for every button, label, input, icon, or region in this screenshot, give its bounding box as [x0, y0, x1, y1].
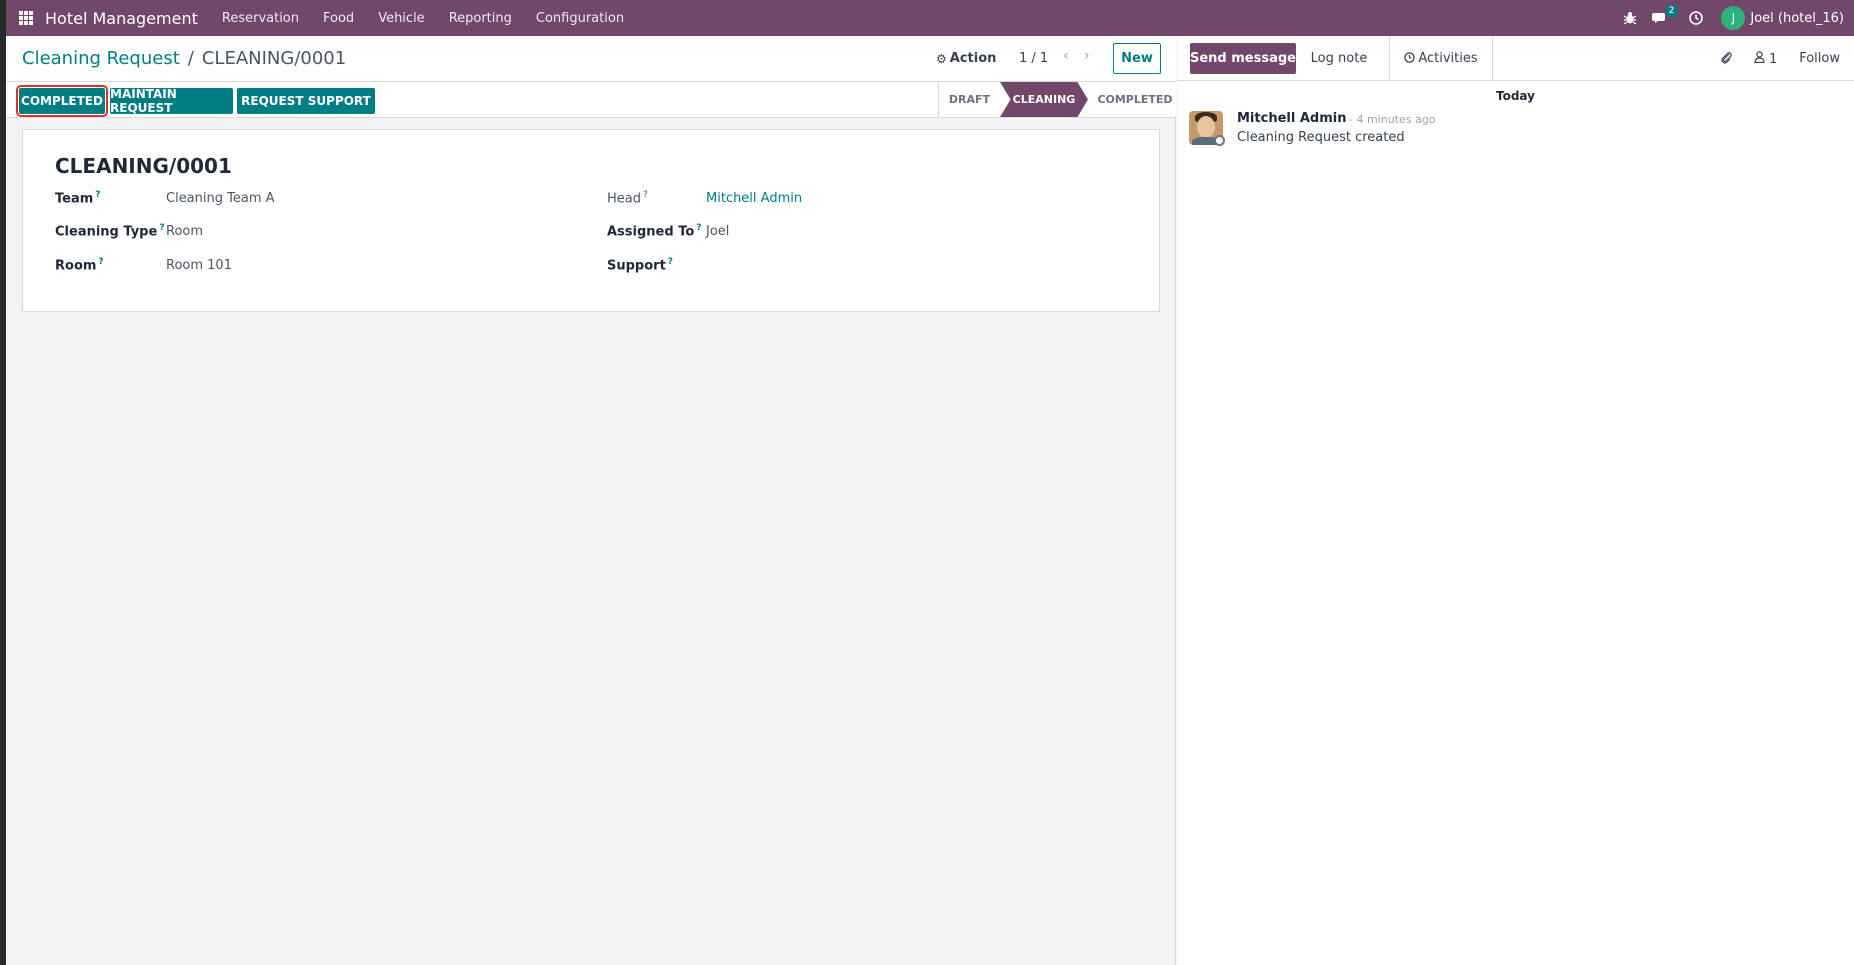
menu-vehicle[interactable]: Vehicle: [378, 11, 425, 26]
person-icon: [1754, 50, 1765, 63]
pager-previous-icon[interactable]: ‹: [1063, 48, 1069, 64]
message-author[interactable]: Mitchell Admin: [1237, 111, 1346, 126]
help-tooltip-icon[interactable]: ?: [159, 223, 164, 233]
menu-reservation[interactable]: Reservation: [222, 11, 299, 26]
menu-configuration[interactable]: Configuration: [536, 11, 624, 26]
chatter-panel: Send message Log note Activities 1 Follo…: [1177, 36, 1854, 965]
stage-completed[interactable]: COMPLETED: [1088, 82, 1176, 117]
menu-reporting[interactable]: Reporting: [449, 11, 512, 26]
messages-chat-icon[interactable]: 2: [1645, 0, 1678, 36]
top-navbar: Hotel Management Reservation Food Vehicl…: [6, 0, 1854, 36]
cleaning-type-label: Cleaning Type?: [55, 223, 165, 240]
head-label: Head?: [607, 190, 648, 207]
maintain-request-button[interactable]: MAINTAIN REQUEST: [110, 87, 233, 115]
completed-button[interactable]: COMPLETED: [16, 85, 108, 117]
user-avatar: J: [1721, 6, 1746, 30]
stage-cleaning[interactable]: CLEANING: [1000, 82, 1088, 117]
form-sheet: CLEANING/0001 Team? Cleaning Team A Clea…: [22, 129, 1160, 312]
assigned-to-field[interactable]: Joel: [706, 224, 729, 239]
messages-count-badge: 2: [1665, 5, 1678, 17]
action-label: Action: [949, 51, 997, 66]
message-body: Cleaning Request created: [1237, 130, 1405, 145]
request-support-button[interactable]: REQUEST SUPPORT: [237, 88, 375, 114]
help-tooltip-icon[interactable]: ?: [643, 190, 648, 200]
breadcrumb-current: CLEANING/0001: [201, 48, 347, 69]
apps-grid-icon[interactable]: [19, 11, 33, 25]
activities-button[interactable]: Activities: [1389, 36, 1493, 81]
debug-bug-icon[interactable]: [1615, 0, 1645, 36]
assigned-to-label: Assigned To?: [607, 223, 702, 240]
log-note-button[interactable]: Log note: [1302, 43, 1376, 74]
action-menu-button[interactable]: ⚙ Action: [936, 51, 996, 66]
cleaning-type-field[interactable]: Room: [166, 224, 203, 239]
breadcrumb-separator: /: [187, 48, 194, 69]
breadcrumb-parent-link[interactable]: Cleaning Request: [22, 48, 180, 69]
activity-clock-icon[interactable]: [1681, 0, 1711, 36]
help-tooltip-icon[interactable]: ?: [696, 223, 701, 233]
chatter-topbar: Send message Log note Activities 1 Follo…: [1177, 36, 1854, 81]
team-label: Team?: [55, 190, 101, 207]
help-tooltip-icon[interactable]: ?: [98, 257, 103, 267]
app-title[interactable]: Hotel Management: [45, 9, 198, 28]
control-panel: Cleaning Request / CLEANING/0001 ⚙ Actio…: [6, 36, 1176, 82]
followers-button[interactable]: 1: [1754, 50, 1778, 67]
app-window: Hotel Management Reservation Food Vehicl…: [6, 0, 1854, 965]
navbar-systray: 2 J Joel (hotel_16): [1615, 0, 1854, 36]
stage-draft[interactable]: DRAFT: [938, 82, 1000, 117]
user-menu[interactable]: J Joel (hotel_16): [1721, 6, 1844, 30]
team-field[interactable]: Cleaning Team A: [166, 191, 275, 206]
stage-pipeline: DRAFT CLEANING COMPLETED: [938, 82, 1176, 117]
activities-label: Activities: [1418, 51, 1478, 66]
gear-icon: ⚙: [936, 51, 947, 66]
room-label: Room?: [55, 257, 104, 274]
form-view: Cleaning Request / CLEANING/0001 ⚙ Actio…: [6, 36, 1176, 965]
paperclip-icon[interactable]: [1720, 50, 1732, 68]
pager-value[interactable]: 1 / 1: [1019, 51, 1048, 66]
statusbar: COMPLETED MAINTAIN REQUEST REQUEST SUPPO…: [6, 82, 1176, 118]
help-tooltip-icon[interactable]: ?: [95, 190, 100, 200]
date-separator: Today: [1496, 89, 1535, 103]
new-button[interactable]: New: [1113, 43, 1161, 74]
support-label: Support?: [607, 257, 674, 274]
head-field[interactable]: Mitchell Admin: [706, 191, 802, 206]
follow-button[interactable]: Follow: [1799, 51, 1840, 66]
breadcrumb: Cleaning Request / CLEANING/0001: [22, 48, 346, 69]
clock-icon: [1404, 51, 1416, 66]
presence-status-icon: [1214, 135, 1225, 146]
chatter-actions: 1 Follow: [1720, 36, 1854, 81]
pager-next-icon[interactable]: ›: [1084, 48, 1090, 64]
room-field[interactable]: Room 101: [166, 258, 232, 273]
followers-count: 1: [1768, 51, 1778, 67]
record-title: CLEANING/0001: [55, 154, 232, 178]
send-message-button[interactable]: Send message: [1190, 43, 1296, 74]
message-date: - 4 minutes ago: [1349, 113, 1436, 126]
help-tooltip-icon[interactable]: ?: [668, 257, 673, 267]
user-name: Joel (hotel_16): [1750, 10, 1844, 26]
menu-food[interactable]: Food: [323, 11, 354, 26]
